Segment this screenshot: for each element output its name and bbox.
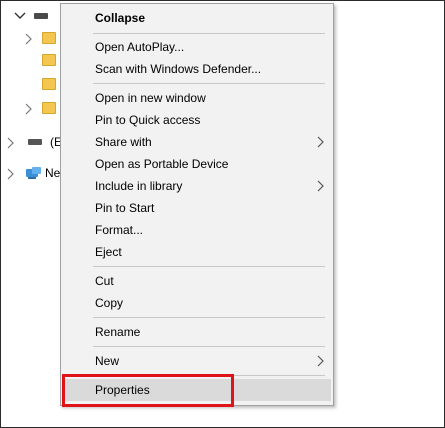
- screenshot-border: [0, 0, 445, 428]
